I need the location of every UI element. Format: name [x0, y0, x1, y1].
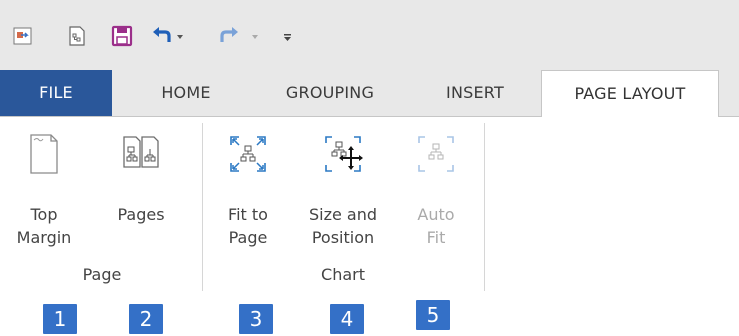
top-margin-label: Top Margin — [16, 205, 72, 247]
pages-icon — [118, 131, 164, 177]
ribbon-panel: Top Margin Pages Page Fit to Page Size a… — [0, 117, 739, 295]
tab-home[interactable]: HOME — [131, 70, 241, 116]
group-separator — [202, 123, 203, 291]
auto-fit-label: Auto Fit — [417, 205, 455, 247]
app-icon[interactable] — [12, 24, 34, 48]
size-and-position-button[interactable]: Size and Position — [296, 117, 390, 257]
group-label-page: Page — [82, 265, 122, 284]
group-separator — [484, 123, 485, 291]
tab-grouping[interactable]: GROUPING — [260, 70, 400, 116]
auto-fit-button: Auto Fit — [400, 117, 472, 257]
callout-badge: 1 — [43, 304, 77, 334]
top-margin-icon — [21, 131, 67, 177]
pages-button[interactable]: Pages — [105, 117, 177, 257]
fit-to-page-button[interactable]: Fit to Page — [212, 117, 284, 257]
tab-file[interactable]: FILE — [0, 70, 112, 116]
callout-badge: 4 — [330, 304, 364, 334]
ribbon-tab-strip: FILE HOME GROUPING INSERT PAGE LAYOUT — [0, 70, 739, 118]
redo-icon — [218, 24, 258, 48]
size-and-position-label: Size and Position — [308, 205, 378, 247]
new-document-icon[interactable] — [66, 24, 88, 48]
callout-badge: 5 — [416, 300, 450, 330]
fit-to-page-icon — [225, 131, 271, 177]
pages-label: Pages — [117, 205, 165, 224]
customize-icon[interactable] — [281, 24, 303, 48]
save-icon[interactable] — [111, 24, 133, 48]
tab-insert[interactable]: INSERT — [420, 70, 530, 116]
group-label-chart: Chart — [321, 265, 365, 284]
callout-badge: 2 — [129, 304, 163, 334]
auto-fit-icon — [413, 131, 459, 177]
top-margin-button[interactable]: Top Margin — [8, 117, 80, 257]
undo-icon[interactable] — [151, 24, 183, 48]
fit-to-page-label: Fit to Page — [228, 205, 268, 247]
size-and-position-icon — [320, 131, 366, 177]
tab-page-layout[interactable]: PAGE LAYOUT — [541, 70, 719, 118]
callout-badge: 3 — [239, 304, 273, 334]
quick-access-toolbar — [0, 0, 739, 70]
